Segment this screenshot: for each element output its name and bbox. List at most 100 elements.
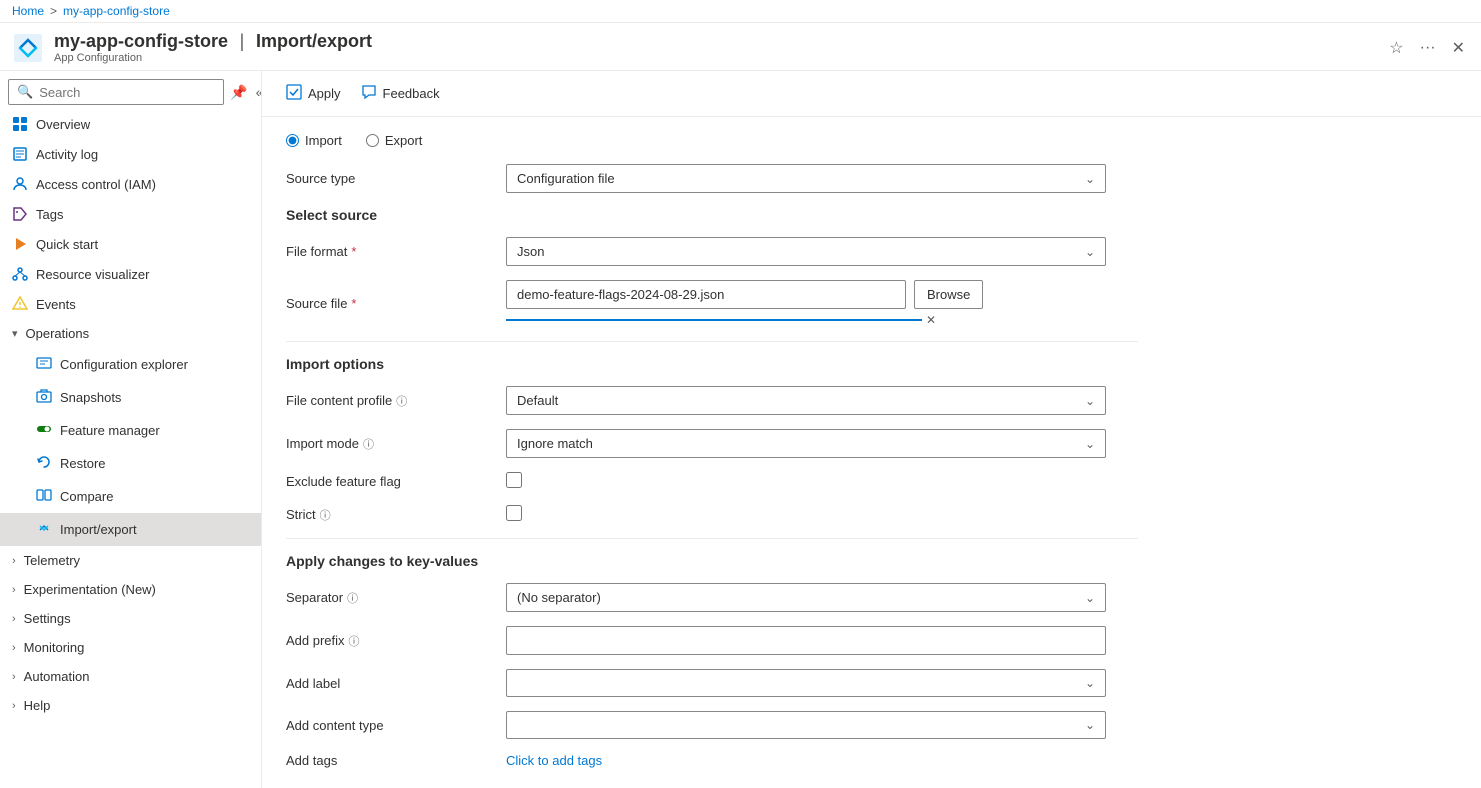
export-radio[interactable]: [366, 134, 379, 147]
info-icon: ⓘ: [349, 633, 360, 649]
chevron-right-icon: ›: [12, 584, 16, 596]
import-export-radio-group: Import Export: [286, 133, 1138, 148]
file-format-dropdown[interactable]: Json ⌄: [506, 237, 1106, 266]
source-type-label: Source type: [286, 171, 506, 186]
chevron-right-icon: ›: [12, 555, 16, 567]
add-tags-row: Add tags Click to add tags: [286, 753, 1138, 768]
sidebar-item-import-export[interactable]: Import/export: [0, 513, 261, 546]
chevron-down-icon: ⌄: [1085, 591, 1095, 605]
sidebar-item-activity-log[interactable]: Activity log: [0, 139, 261, 169]
more-options-button[interactable]: ···: [1416, 37, 1440, 59]
feedback-button[interactable]: Feedback: [353, 79, 448, 108]
file-input-group: Browse: [506, 280, 1106, 309]
add-label-control: ⌄: [506, 669, 1138, 697]
file-content-profile-dropdown[interactable]: Default ⌄: [506, 386, 1106, 415]
info-icon: ⓘ: [320, 507, 331, 523]
source-type-dropdown[interactable]: Configuration file ⌄: [506, 164, 1106, 193]
sidebar-pin-button[interactable]: 📌: [228, 82, 249, 103]
chevron-down-icon: ⌄: [1085, 437, 1095, 451]
add-tags-link[interactable]: Click to add tags: [506, 753, 602, 768]
sidebar-item-label: Feature manager: [60, 423, 160, 438]
snapshots-icon: [36, 388, 52, 407]
sidebar-item-label: Compare: [60, 489, 113, 504]
close-button[interactable]: ✕: [1448, 36, 1469, 60]
header-title-block: my-app-config-store | Import/export App …: [54, 31, 1375, 64]
import-export-sidebar-icon: [36, 520, 52, 539]
export-radio-label[interactable]: Export: [366, 133, 423, 148]
chevron-down-icon: ⌄: [1085, 245, 1095, 259]
sidebar-item-overview[interactable]: Overview: [0, 109, 261, 139]
import-mode-dropdown[interactable]: Ignore match ⌄: [506, 429, 1106, 458]
apply-button[interactable]: Apply: [278, 79, 349, 108]
sidebar: 🔍 📌 « Overview Activity log Access contr…: [0, 71, 262, 788]
file-content-profile-row: File content profile ⓘ Default ⌄: [286, 386, 1138, 415]
sidebar-item-restore[interactable]: Restore: [0, 447, 261, 480]
sidebar-item-quick-start[interactable]: Quick start: [0, 229, 261, 259]
separator-dropdown[interactable]: (No separator) ⌄: [506, 583, 1106, 612]
source-file-control: Browse ✕: [506, 280, 1138, 327]
sidebar-section-automation[interactable]: › Automation: [0, 662, 261, 691]
sidebar-item-label: Events: [36, 297, 76, 312]
info-icon: ⓘ: [347, 590, 358, 606]
breadcrumb-home[interactable]: Home: [12, 4, 44, 18]
separator-label: Separator ⓘ: [286, 590, 506, 606]
file-clear-button[interactable]: ✕: [926, 313, 936, 327]
import-mode-row: Import mode ⓘ Ignore match ⌄: [286, 429, 1138, 458]
exclude-feature-flag-label: Exclude feature flag: [286, 474, 506, 489]
breadcrumb: Home > my-app-config-store: [0, 0, 1481, 23]
sidebar-item-events[interactable]: Events: [0, 289, 261, 319]
resource-visualizer-icon: [12, 266, 28, 282]
feedback-icon: [361, 84, 377, 103]
sidebar-item-resource-visualizer[interactable]: Resource visualizer: [0, 259, 261, 289]
sidebar-section-settings[interactable]: › Settings: [0, 604, 261, 633]
strict-checkbox[interactable]: [506, 505, 522, 521]
add-content-type-label: Add content type: [286, 718, 506, 733]
add-prefix-input[interactable]: [506, 626, 1106, 655]
sidebar-section-label: Settings: [24, 611, 71, 626]
file-format-control: Json ⌄: [506, 237, 1138, 266]
chevron-right-icon: ›: [12, 671, 16, 683]
sidebar-section-operations[interactable]: ▾ Operations: [0, 319, 261, 348]
separator-row: Separator ⓘ (No separator) ⌄: [286, 583, 1138, 612]
feedback-label: Feedback: [383, 86, 440, 101]
add-content-type-dropdown[interactable]: ⌄: [506, 711, 1106, 739]
sidebar-item-tags[interactable]: Tags: [0, 199, 261, 229]
page-header: my-app-config-store | Import/export App …: [0, 23, 1481, 71]
add-tags-control: Click to add tags: [506, 753, 1138, 768]
sidebar-section-label: Telemetry: [24, 553, 80, 568]
sidebar-section-label: Monitoring: [24, 640, 85, 655]
sidebar-item-access-control[interactable]: Access control (IAM): [0, 169, 261, 199]
sidebar-section-help[interactable]: › Help: [0, 691, 261, 720]
sidebar-section-label: Help: [24, 698, 51, 713]
sidebar-item-label: Activity log: [36, 147, 98, 162]
exclude-feature-flag-checkbox[interactable]: [506, 472, 522, 488]
sidebar-item-configuration-explorer[interactable]: Configuration explorer: [0, 348, 261, 381]
strict-label: Strict ⓘ: [286, 507, 506, 523]
sidebar-section-experimentation[interactable]: › Experimentation (New): [0, 575, 261, 604]
add-prefix-control: [506, 626, 1138, 655]
quick-start-icon: [12, 236, 28, 252]
favorite-button[interactable]: ☆: [1385, 36, 1407, 60]
sidebar-item-compare[interactable]: Compare: [0, 480, 261, 513]
breadcrumb-current[interactable]: my-app-config-store: [63, 4, 170, 18]
sidebar-section-monitoring[interactable]: › Monitoring: [0, 633, 261, 662]
import-radio[interactable]: [286, 134, 299, 147]
sidebar-item-label: Restore: [60, 456, 106, 471]
apply-label: Apply: [308, 86, 341, 101]
info-icon: ⓘ: [396, 393, 407, 409]
sidebar-section-telemetry[interactable]: › Telemetry: [0, 546, 261, 575]
chevron-down-icon: ⌄: [1085, 394, 1095, 408]
source-file-input[interactable]: [506, 280, 906, 309]
search-input[interactable]: [39, 85, 215, 100]
browse-button[interactable]: Browse: [914, 280, 983, 309]
import-radio-label[interactable]: Import: [286, 133, 342, 148]
sidebar-item-feature-manager[interactable]: Feature manager: [0, 414, 261, 447]
source-type-control: Configuration file ⌄: [506, 164, 1138, 193]
sidebar-section-label: Operations: [26, 326, 90, 341]
export-label: Export: [385, 133, 423, 148]
sidebar-collapse-button[interactable]: «: [254, 82, 262, 102]
add-label-dropdown[interactable]: ⌄: [506, 669, 1106, 697]
tags-icon: [12, 206, 28, 222]
sidebar-item-snapshots[interactable]: Snapshots: [0, 381, 261, 414]
access-control-icon: [12, 176, 28, 192]
